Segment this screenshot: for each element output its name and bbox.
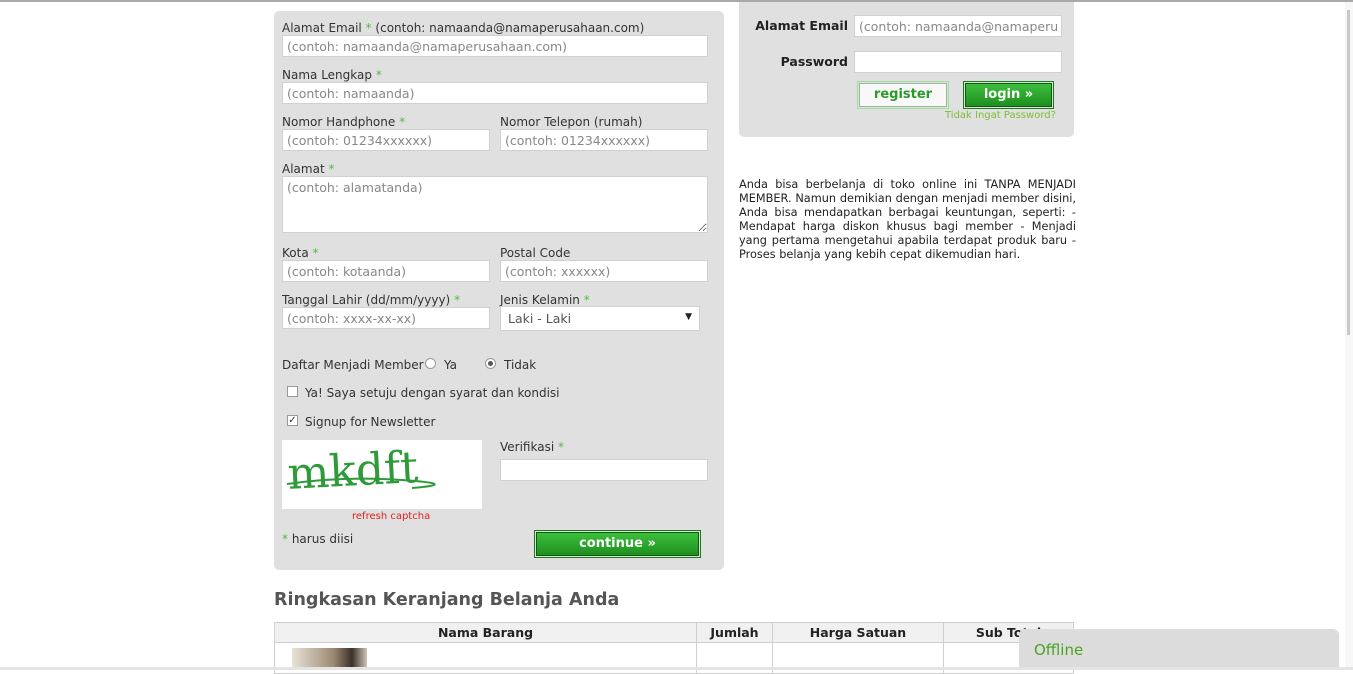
column-header-item: Nama Barang (274, 622, 697, 643)
required-mark: * (328, 162, 335, 176)
birth-date-label: Tanggal Lahir (dd/mm/yyyy) * (282, 293, 460, 307)
verification-label: Verifikasi * (500, 440, 564, 454)
membership-info-text: Anda bisa berbelanja di toko online ini … (739, 178, 1076, 261)
required-mark: * (282, 532, 288, 546)
gender-selected-value: Laki - Laki (508, 311, 572, 326)
home-phone-label: Nomor Telepon (rumah) (500, 115, 643, 129)
birth-date-field[interactable] (282, 307, 490, 329)
column-header-quantity: Jumlah (696, 622, 773, 643)
gender-label-text: Jenis Kelamin (500, 293, 580, 307)
login-email-field[interactable] (854, 15, 1062, 37)
newsletter-checkbox[interactable]: ✓ (287, 415, 298, 426)
email-label-text: Alamat Email (282, 21, 362, 35)
required-note-text: harus diisi (291, 532, 354, 546)
full-name-field[interactable] (282, 82, 708, 104)
city-field[interactable] (282, 260, 490, 282)
name-label: Nama Lengkap * (282, 68, 382, 82)
required-mark: * (312, 246, 319, 260)
forgot-password-link[interactable]: Tidak Ingat Password? (945, 110, 1056, 121)
terms-checkbox[interactable] (287, 386, 298, 397)
chat-status-label: Offline (1034, 641, 1084, 659)
login-panel: Alamat Email Password register login » T… (739, 2, 1074, 137)
required-mark: * (399, 115, 406, 129)
address-label-text: Alamat (282, 162, 325, 176)
registration-panel: Alamat Email * (contoh: namaanda@namaper… (274, 11, 724, 570)
verification-label-text: Verifikasi (500, 440, 555, 454)
required-mark: * (558, 440, 564, 454)
required-mark: * (454, 293, 461, 307)
dropdown-arrow-icon: ▼ (685, 312, 692, 322)
window-top-border (0, 0, 1353, 2)
address-label: Alamat * (282, 162, 334, 176)
required-note: * harus diisi (282, 532, 353, 546)
member-question-label: Daftar Menjadi Member ? (282, 358, 434, 372)
mobile-label-text: Nomor Handphone (282, 115, 396, 129)
email-label: Alamat Email * (contoh: namaanda@namaper… (282, 21, 644, 35)
vertical-scrollbar[interactable] (1345, 2, 1353, 670)
register-button[interactable]: register (857, 81, 949, 109)
city-label: Kota * (282, 246, 319, 260)
member-no-label: Tidak (504, 358, 537, 372)
home-phone-field[interactable] (500, 129, 708, 151)
login-password-label: Password (780, 54, 848, 69)
postal-code-field[interactable] (500, 260, 708, 282)
scrollbar-thumb[interactable] (1347, 10, 1350, 335)
refresh-captcha-link[interactable]: refresh captcha (352, 511, 430, 522)
required-mark: * (583, 293, 590, 307)
cart-summary-title: Ringkasan Keranjang Belanja Anda (274, 590, 620, 610)
member-yes-label: Ya (444, 358, 458, 372)
column-header-unit-price: Harga Satuan (772, 622, 944, 643)
captcha-text: mkdft (286, 442, 419, 500)
mobile-label: Nomor Handphone * (282, 115, 405, 129)
captcha-image: mkdft (282, 440, 482, 509)
member-yes-radio[interactable] (425, 358, 436, 369)
continue-button[interactable]: continue » (534, 530, 701, 558)
newsletter-label: Signup for Newsletter (305, 415, 436, 429)
login-button[interactable]: login » (963, 81, 1054, 109)
terms-label: Ya! Saya setuju dengan syarat dan kondis… (305, 386, 560, 400)
postal-code-label: Postal Code (500, 246, 571, 260)
chat-widget-tab[interactable]: Offline (1019, 629, 1339, 670)
mobile-phone-field[interactable] (282, 129, 490, 151)
name-label-text: Nama Lengkap (282, 68, 372, 82)
city-label-text: Kota (282, 246, 309, 260)
birth-date-label-text: Tanggal Lahir (dd/mm/yyyy) (282, 293, 451, 307)
verification-field[interactable] (500, 459, 708, 481)
cart-header-row: Nama Barang Jumlah Harga Satuan Sub Tota… (274, 622, 1074, 643)
email-hint: (contoh: namaanda@namaperusahaan.com) (375, 21, 645, 35)
required-mark: * (365, 21, 372, 35)
required-mark: * (375, 68, 382, 82)
address-field[interactable] (282, 176, 708, 233)
login-password-field[interactable] (854, 51, 1062, 73)
member-no-radio[interactable] (485, 358, 496, 369)
gender-label: Jenis Kelamin * (500, 293, 590, 307)
email-field[interactable] (282, 35, 708, 57)
login-email-label: Alamat Email (755, 18, 848, 33)
gender-select[interactable]: Laki - Laki ▼ (500, 306, 700, 331)
